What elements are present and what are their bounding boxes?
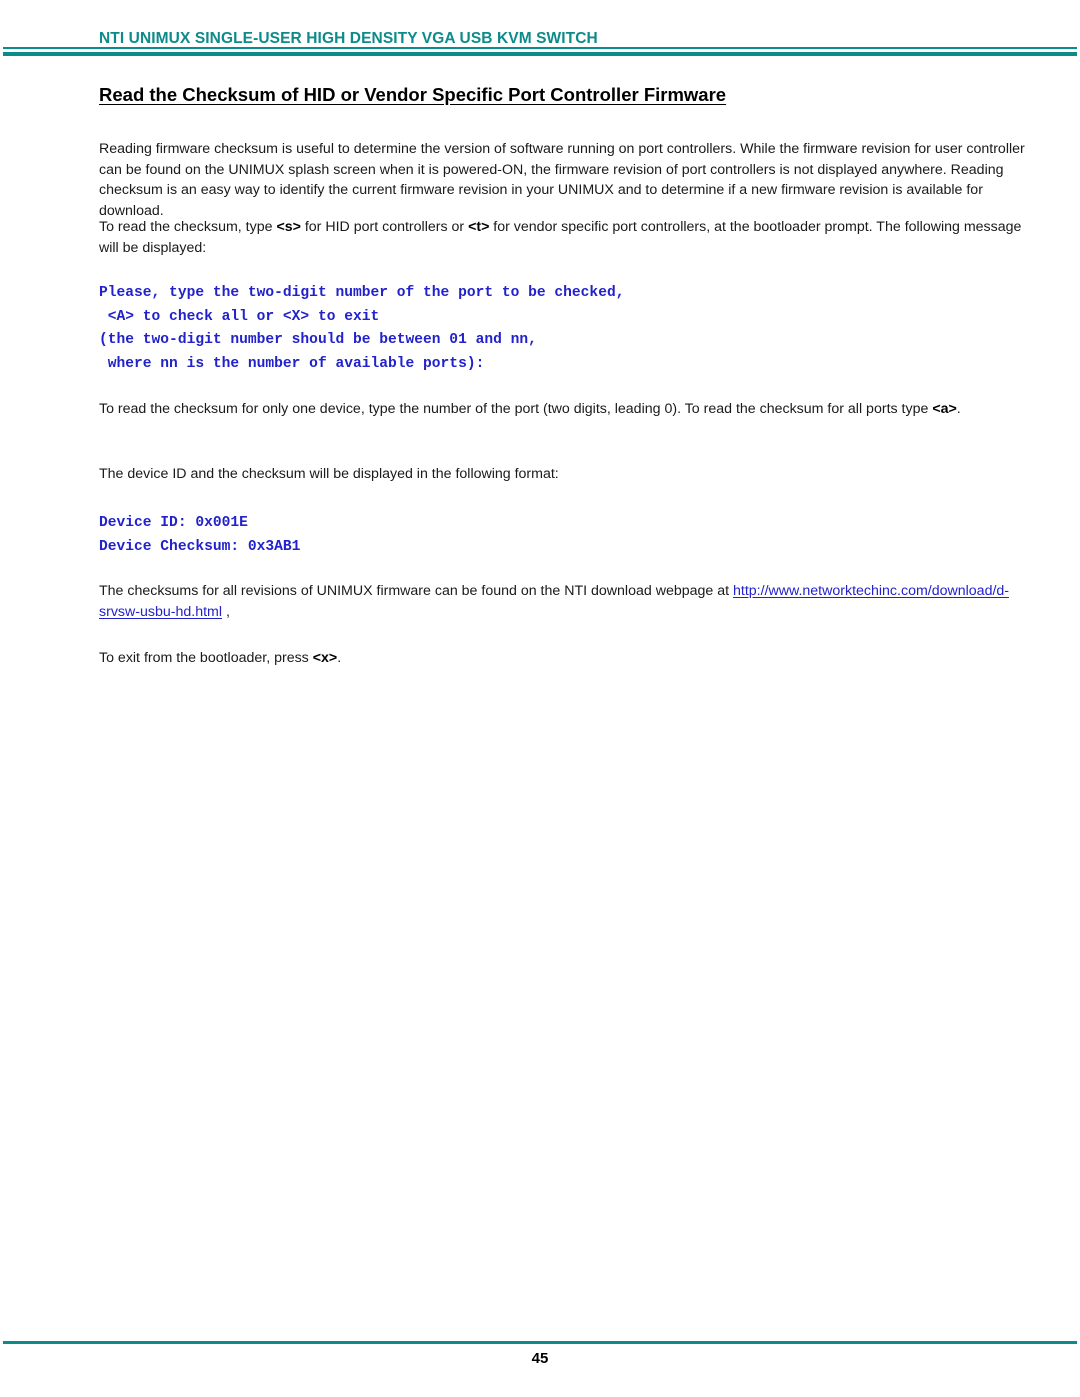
code-line-device-id: Device ID: 0x001E [99, 515, 248, 531]
code-line-1: Please, type the two-digit number of the… [99, 285, 625, 301]
key-x: <x> [312, 650, 338, 666]
key-a: <a> [932, 401, 957, 417]
paragraph-intro: Reading firmware checksum is useful to d… [99, 141, 1025, 219]
paragraph-download-webpage: The checksums for all revisions of UNIMU… [99, 581, 1025, 622]
paragraph-display-format: The device ID and the checksum will be d… [99, 466, 559, 482]
code-block-prompt-message: Please, type the two-digit number of the… [99, 282, 624, 376]
code-line-2: <A> to check all or <X> to exit [99, 308, 380, 325]
paragraph-read-checksum: To read the checksum, type <s> for HID p… [99, 217, 1025, 258]
paragraph-download-webpage-part2: , [222, 603, 230, 620]
code-block-device-output: Device ID: 0x001E Device Checksum: 0x3AB1 [99, 512, 300, 559]
header-title: NTI UNIMUX SINGLE-USER HIGH DENSITY VGA … [99, 30, 598, 47]
paragraph-exit-bootloader-part2: . [337, 650, 342, 666]
footer-rule [3, 1341, 1077, 1344]
code-line-device-checksum: Device Checksum: 0x3AB1 [99, 538, 301, 555]
code-line-4: where nn is the number of available port… [99, 355, 485, 372]
key-s: <s> [276, 219, 301, 235]
paragraph-exit-bootloader: To exit from the bootloader, press <x>. [99, 648, 1025, 669]
paragraph-exit-bootloader-part1: To exit from the bootloader, press [99, 650, 313, 666]
page-title: Read the Checksum of HID or Vendor Speci… [99, 84, 727, 105]
paragraph-single-or-all: To read the checksum for only one device… [99, 399, 1025, 420]
header-rule-thin [3, 47, 1077, 49]
paragraph-single-or-all-part1: To read the checksum for only one device… [99, 401, 933, 417]
header-rule-thick [3, 52, 1077, 56]
paragraph-single-or-all-part2: . [956, 401, 961, 417]
code-line-3: (the two-digit number should be between … [99, 332, 537, 348]
key-t: <t> [468, 219, 490, 235]
paragraph-read-checksum-part2: for HID port controllers or [300, 219, 469, 235]
paragraph-download-webpage-part1: The checksums for all revisions of UNIMU… [99, 583, 734, 599]
paragraph-read-checksum-part1: To read the checksum, type [99, 219, 277, 235]
page-number: 45 [531, 1350, 549, 1367]
